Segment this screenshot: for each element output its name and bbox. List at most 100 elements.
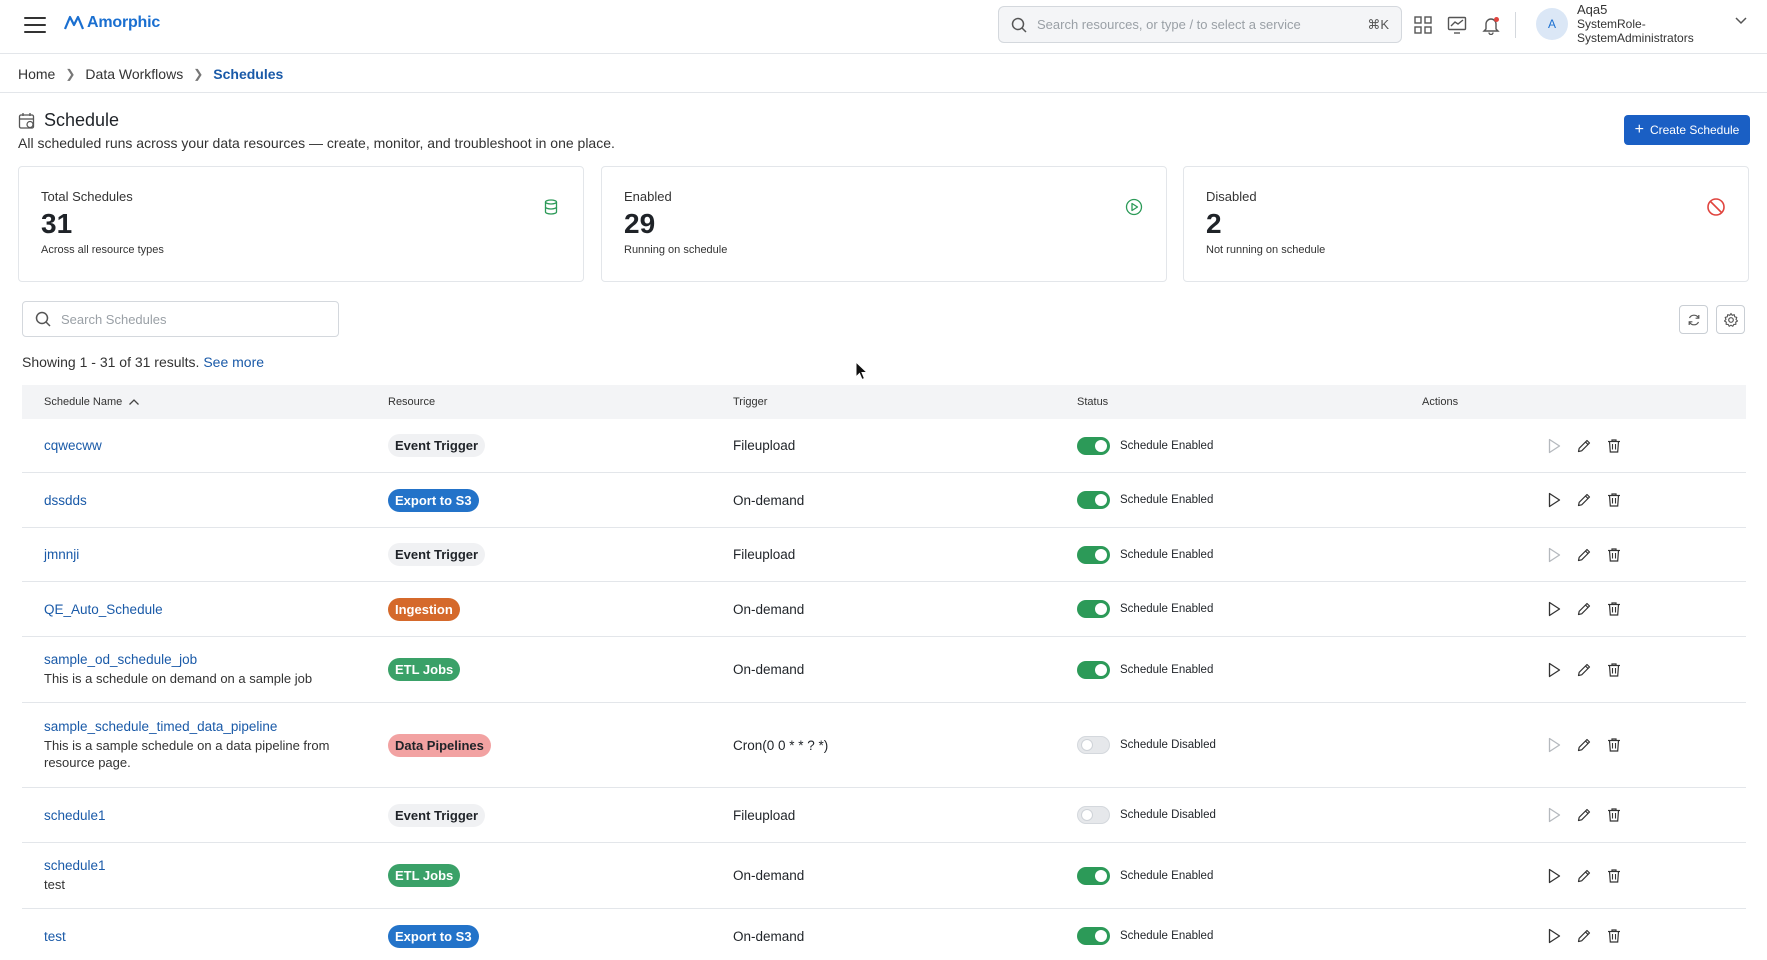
page-title-text: Schedule (44, 110, 120, 130)
status-text: Schedule Enabled (1120, 869, 1214, 882)
column-header-label: Schedule Name (44, 396, 123, 408)
page-title: Schedule (18, 110, 119, 131)
monitor-chart-icon[interactable] (1446, 14, 1468, 36)
status-toggle[interactable] (1077, 600, 1110, 618)
sort-ascending-icon[interactable] (128, 398, 140, 406)
run-icon[interactable] (1545, 546, 1563, 564)
play-circle-icon (1124, 197, 1144, 217)
delete-icon[interactable] (1605, 491, 1623, 509)
actions-cell (1400, 491, 1746, 509)
delete-icon[interactable] (1605, 736, 1623, 754)
edit-icon[interactable] (1575, 491, 1593, 509)
schedule-name-link[interactable]: schedule1 (44, 808, 366, 823)
schedule-name-link[interactable]: QE_Auto_Schedule (44, 602, 366, 617)
resource-cell: ETL Jobs (366, 658, 711, 681)
schedule-name-cell: QE_Auto_Schedule (22, 602, 366, 617)
search-shortcut: ⌘K (1367, 16, 1389, 32)
status-text: Schedule Enabled (1120, 603, 1214, 615)
global-search[interactable]: ⌘K (998, 6, 1402, 43)
notification-bell-icon[interactable] (1480, 14, 1502, 36)
menu-icon[interactable] (24, 17, 46, 35)
edit-icon[interactable] (1575, 600, 1593, 618)
schedule-name-cell: jmnnji (22, 547, 366, 562)
edit-icon[interactable] (1575, 736, 1593, 754)
avatar[interactable]: A (1536, 8, 1568, 40)
schedule-name-link[interactable]: schedule1 (44, 858, 366, 873)
actions-cell (1400, 867, 1746, 885)
trigger-text: On-demand (733, 601, 805, 617)
logo[interactable]: Amorphic (64, 14, 160, 32)
user-info[interactable]: Aqa5 SystemRole- SystemAdministrators (1577, 2, 1694, 46)
actions-cell (1400, 437, 1746, 455)
table-header: Schedule Name Resource Trigger Status Ac… (22, 385, 1746, 419)
resource-cell: Export to S3 (366, 924, 711, 948)
breadcrumb-home[interactable]: Home (18, 66, 55, 82)
user-role-line1: SystemRole- (1577, 17, 1646, 31)
run-icon[interactable] (1545, 661, 1563, 679)
column-header-schedule-name[interactable]: Schedule Name (22, 396, 366, 408)
status-toggle[interactable] (1077, 660, 1110, 679)
run-icon[interactable] (1545, 600, 1563, 618)
column-header-status: Status (1077, 396, 1109, 408)
status-toggle[interactable] (1077, 736, 1110, 754)
header-divider (1515, 12, 1516, 38)
run-icon[interactable] (1545, 437, 1563, 455)
schedule-name-link[interactable]: jmnnji (44, 547, 366, 562)
edit-icon[interactable] (1575, 437, 1593, 455)
status-toggle[interactable] (1077, 436, 1110, 455)
table-row: schedule1 Event Trigger Fileupload Schedule… (22, 788, 1746, 843)
apps-grid-icon[interactable] (1412, 14, 1434, 36)
run-icon[interactable] (1545, 736, 1563, 754)
breadcrumb: Home ❯ Data Workflows ❯ Schedules (0, 55, 1767, 93)
schedule-name-link[interactable]: cqwecww (44, 438, 366, 453)
edit-icon[interactable] (1575, 661, 1593, 679)
trigger-cell: On-demand (711, 662, 1055, 677)
run-icon[interactable] (1545, 806, 1563, 824)
database-icon (541, 197, 561, 217)
run-icon[interactable] (1545, 867, 1563, 885)
top-bar: Amorphic ⌘K A Aqa5 SystemRole- SystemAdm… (0, 0, 1767, 54)
chevron-down-icon[interactable] (1734, 16, 1748, 26)
user-name: Aqa5 (1577, 2, 1608, 17)
status-toggle[interactable] (1077, 927, 1110, 945)
delete-icon[interactable] (1605, 927, 1623, 945)
delete-icon[interactable] (1605, 867, 1623, 885)
see-more-link[interactable]: See more (203, 354, 264, 370)
delete-icon[interactable] (1605, 806, 1623, 824)
status-toggle[interactable] (1077, 866, 1110, 885)
status-toggle[interactable] (1077, 545, 1110, 564)
schedule-name-link[interactable]: sample_schedule_timed_data_pipeline (44, 719, 366, 734)
status-toggle[interactable] (1077, 806, 1110, 824)
trigger-cell: Fileupload (711, 547, 1055, 562)
toggle-knob (1095, 439, 1107, 452)
status-text: Schedule Enabled (1120, 930, 1214, 942)
schedule-search-input[interactable] (61, 311, 326, 327)
create-schedule-button[interactable]: + Create Schedule (1624, 115, 1750, 145)
run-icon[interactable] (1545, 491, 1563, 509)
delete-icon[interactable] (1605, 661, 1623, 679)
schedule-description: test (44, 877, 65, 892)
status-toggle[interactable] (1077, 491, 1110, 509)
schedule-name-link[interactable]: test (44, 929, 366, 944)
edit-icon[interactable] (1575, 867, 1593, 885)
settings-button[interactable] (1716, 305, 1745, 334)
toggle-knob (1081, 739, 1093, 751)
status-text: Schedule Disabled (1120, 809, 1216, 821)
edit-icon[interactable] (1575, 806, 1593, 824)
delete-icon[interactable] (1605, 437, 1623, 455)
global-search-input[interactable] (1037, 17, 1368, 32)
refresh-button[interactable] (1679, 305, 1708, 334)
breadcrumb-data-workflows[interactable]: Data Workflows (85, 66, 183, 82)
resource-tag: Event Trigger (388, 803, 486, 827)
schedule-name-link[interactable]: dssdds (44, 493, 366, 508)
edit-icon[interactable] (1575, 546, 1593, 564)
schedule-name-link[interactable]: sample_od_schedule_job (44, 652, 366, 667)
status-text: Schedule Disabled (1120, 739, 1216, 751)
delete-icon[interactable] (1605, 546, 1623, 564)
refresh-icon (1688, 314, 1699, 325)
delete-icon[interactable] (1605, 600, 1623, 618)
schedule-search[interactable] (22, 301, 339, 337)
actions-cell (1400, 806, 1746, 824)
edit-icon[interactable] (1575, 927, 1593, 945)
run-icon[interactable] (1545, 927, 1563, 945)
